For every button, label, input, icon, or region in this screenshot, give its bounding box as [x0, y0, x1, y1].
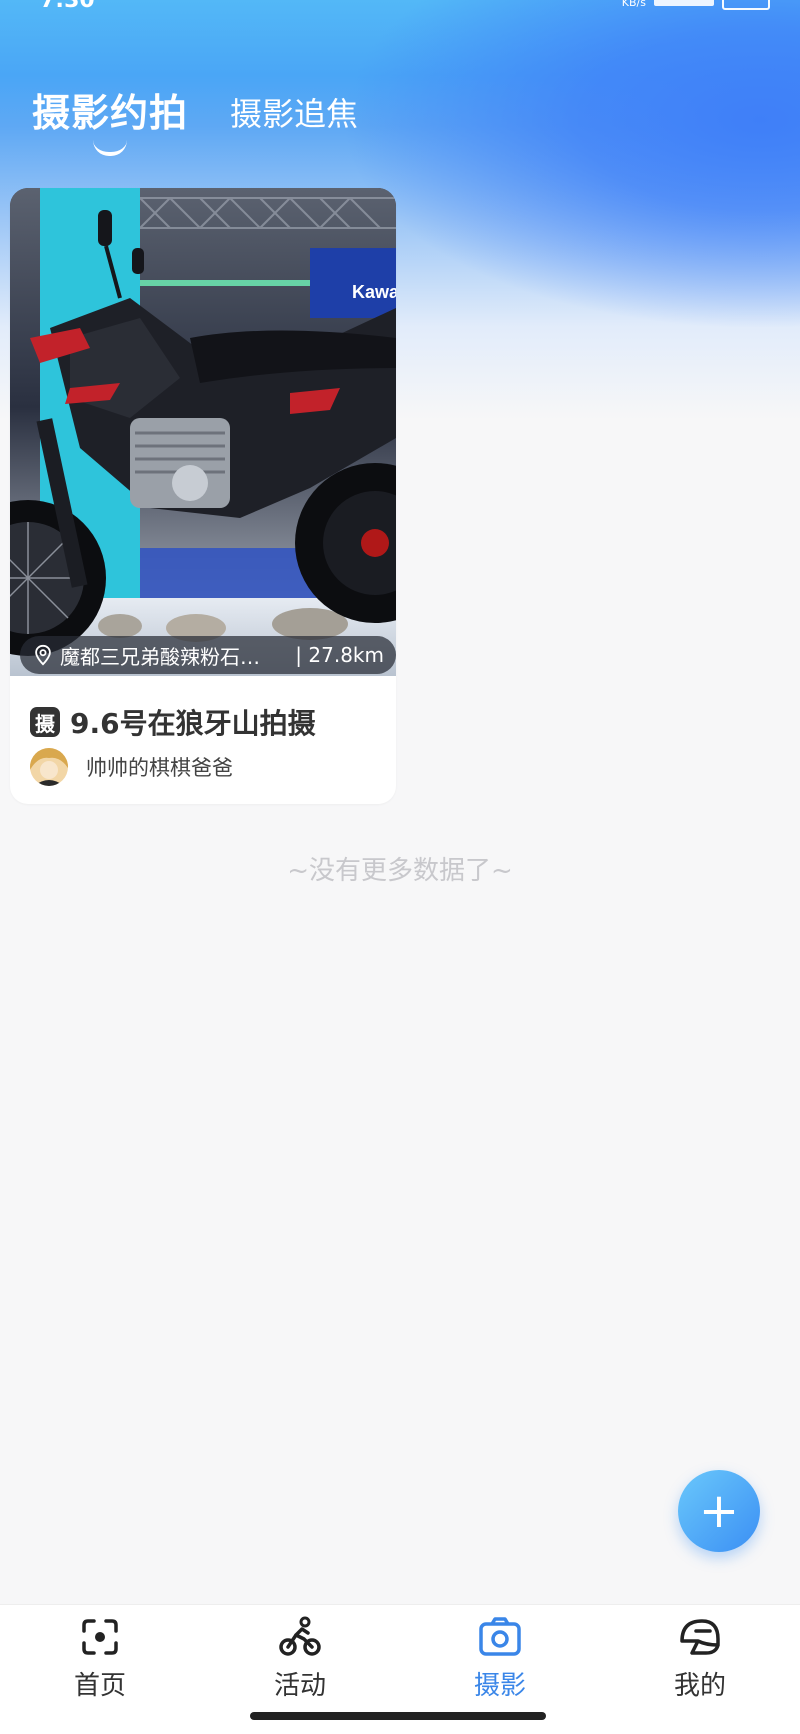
tabbar-item-mine[interactable]: 我的: [600, 1605, 800, 1705]
cyclist-icon: [279, 1616, 321, 1656]
card-title-row: 摄 9.6号在狼牙山拍摄: [30, 702, 316, 742]
tabbar-item-activity[interactable]: 活动: [200, 1605, 400, 1705]
tabbar-label: 活动: [273, 1671, 326, 1701]
distance-text: | 27.8km: [295, 643, 384, 667]
avatar[interactable]: [30, 748, 68, 786]
booth-sign-text: Kawa: [352, 282, 396, 302]
tabbar-label: 我的: [673, 1671, 726, 1701]
location-distance-bar: 魔都三兄弟酸辣粉石… | 27.8km: [20, 636, 396, 674]
scan-focus-icon: [82, 1619, 118, 1655]
tabbar-label: 摄影: [473, 1671, 526, 1701]
tab-label: 摄影追焦: [230, 95, 359, 133]
author-row[interactable]: 帅帅的棋棋爸爸: [30, 748, 233, 786]
list-end-text: ~没有更多数据了~: [287, 856, 513, 886]
top-tabs: 摄影约拍 摄影追焦: [32, 82, 358, 156]
status-indicators: KB/s: [622, 0, 770, 10]
signal-icon: [654, 0, 714, 6]
photography-screen: 7:30 KB/s 摄影约拍 摄影追焦 Kawa 魔都三兄弟酸辣粉石… | 27…: [0, 0, 800, 1734]
add-post-button[interactable]: +: [678, 1470, 760, 1552]
tabbar-item-home[interactable]: 首页: [0, 1605, 200, 1705]
author-name: 帅帅的棋棋爸爸: [86, 756, 233, 780]
plus-icon: +: [698, 1483, 740, 1539]
post-title: 9.6号在狼牙山拍摄: [70, 707, 316, 740]
location-pin-icon: [35, 644, 51, 666]
tabbar-item-photography[interactable]: 摄影: [400, 1605, 600, 1705]
home-indicator[interactable]: [250, 1712, 546, 1720]
helmet-icon: [680, 1619, 720, 1655]
tabbar-label: 首页: [73, 1671, 126, 1701]
photo-badge: 摄: [30, 707, 60, 737]
location-text: 魔都三兄弟酸辣粉石…: [60, 644, 260, 669]
network-speed: KB/s: [621, 0, 646, 9]
post-cover-image: Kawa 魔都三兄弟酸辣粉石… | 27.8km: [10, 188, 396, 676]
avatar-image: [30, 748, 68, 786]
battery-icon: [722, 0, 770, 10]
tab-photo-focus-tracking[interactable]: 摄影追焦: [230, 89, 358, 137]
status-bar: 7:30 KB/s: [0, 0, 800, 14]
tab-label: 摄影约拍: [32, 91, 189, 135]
tab-photo-appointment[interactable]: 摄影约拍: [32, 82, 189, 156]
photo-post-card[interactable]: Kawa 魔都三兄弟酸辣粉石… | 27.8km 摄 9.6号在狼牙山拍摄 帅帅…: [10, 188, 396, 804]
status-time: 7:30: [40, 0, 95, 13]
motorcycle-photo: Kawa: [10, 188, 396, 676]
camera-icon: [479, 1617, 521, 1656]
